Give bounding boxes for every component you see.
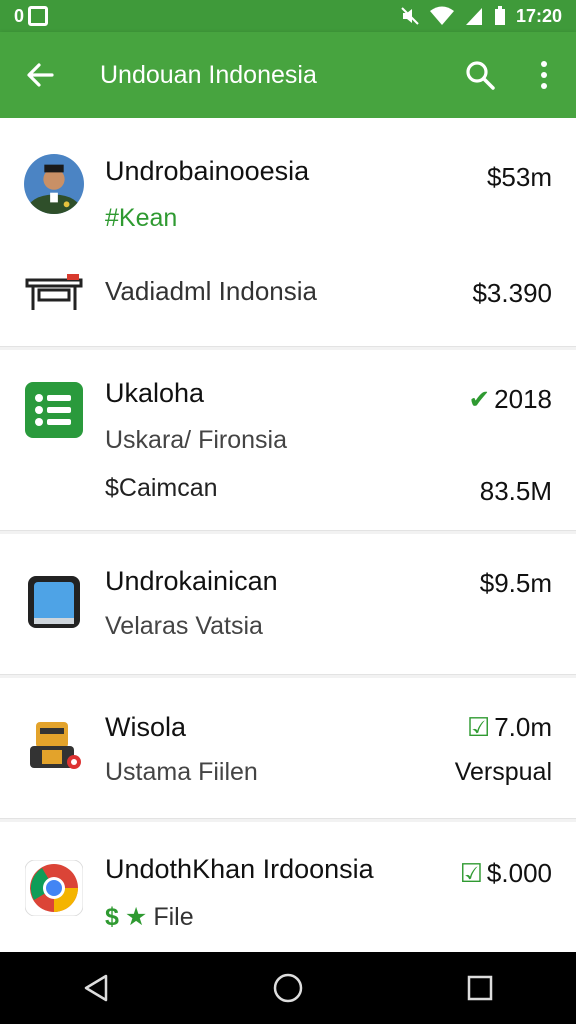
item-title: Ukaloha	[105, 378, 205, 408]
list-app-icon	[24, 380, 84, 440]
item-tertiary: $Caimcan	[105, 474, 218, 502]
list-item[interactable]: Wisola Ustama Fiilen ☑ 7.0m Verspual	[0, 678, 576, 819]
item-title-text: UndothKhan Irdoonsia	[105, 854, 374, 884]
nav-back-button[interactable]	[66, 958, 126, 1018]
item-amount: ☑ 7.0m	[467, 712, 552, 743]
item-amount-value: 7.0m	[494, 712, 552, 742]
wifi-icon	[429, 6, 454, 25]
item-title: Undrokainican	[105, 566, 278, 596]
item-amount-value: $9.5m	[479, 568, 552, 598]
check-icon: ✔	[468, 384, 491, 414]
nav-home-button[interactable]	[258, 958, 318, 1018]
page-title: Undouan Indonesia	[100, 60, 317, 89]
item-sub-amount-value: $3.390	[472, 278, 552, 308]
battery-icon	[494, 6, 505, 25]
status-right: 17:20	[400, 6, 562, 27]
navigation-bar	[0, 952, 576, 1024]
tablet-icon	[24, 572, 84, 632]
chrome-icon	[24, 858, 84, 918]
item-amount: $9.5m	[480, 568, 552, 599]
back-arrow-icon	[27, 63, 54, 87]
item-subtitle: Velaras Vatsia	[105, 612, 263, 640]
item-size: 83.5M	[480, 476, 552, 507]
item-title: Wisola	[105, 712, 187, 742]
status-time: 17:20	[515, 5, 562, 26]
check-icon: ☑	[466, 712, 491, 742]
item-title: Undrobainooesia	[105, 156, 310, 186]
robot-icon	[24, 716, 84, 776]
list-item[interactable]: Undrobainooesia #Kean $53m Vadiadml Indo…	[0, 118, 576, 347]
item-amount: ☑ $.000	[460, 858, 552, 889]
signal-icon	[465, 8, 482, 25]
item-size-value: 83.5M	[479, 476, 552, 506]
avatar	[24, 154, 84, 214]
recents-square-icon	[467, 975, 493, 1001]
item-subtitle-text: File	[153, 902, 194, 931]
back-triangle-icon	[84, 974, 108, 1002]
item-subtitle: Uskara/ Fironsia	[105, 426, 287, 454]
check-icon: ☑	[459, 858, 483, 888]
mute-icon	[401, 7, 419, 25]
notification-icon-2	[28, 6, 49, 26]
desk-icon	[24, 262, 84, 322]
list-item[interactable]: Undrokainican Velaras Vatsia $9.5m	[0, 534, 576, 675]
nav-recents-button[interactable]	[450, 958, 510, 1018]
list-item[interactable]: UndothKhan Irdoonsia $ ★ File ☑ $.000	[0, 822, 576, 952]
item-amount: $53m	[487, 162, 552, 193]
status-left: 0	[14, 5, 49, 27]
dollar-label: $	[105, 902, 119, 931]
content-list: Undrobainooesia #Kean $53m Vadiadml Indo…	[0, 118, 576, 952]
notification-icon: 0	[14, 5, 25, 26]
search-icon	[466, 61, 495, 90]
item-amount-value: $.000	[486, 858, 552, 888]
more-vert-icon	[541, 61, 547, 89]
search-button[interactable]	[448, 59, 512, 91]
item-amount-value: $53m	[486, 162, 552, 192]
app-bar: Undouan Indonesia	[0, 32, 576, 118]
item-title: UndothKhan Irdoonsia	[105, 854, 374, 885]
item-subtitle: #Kean	[105, 204, 178, 232]
item-version-value: Verspual	[454, 758, 552, 786]
home-circle-icon	[273, 973, 303, 1003]
item-date-value: 2018	[494, 384, 552, 414]
status-bar: 0 17:20	[0, 0, 576, 32]
list-item[interactable]: Ukaloha Uskara/ Fironsia $Caimcan ✔ 2018…	[0, 350, 576, 531]
more-options-button[interactable]	[512, 60, 576, 90]
item-sub-amount: $3.390	[472, 278, 552, 309]
item-subtitle: Ustama Fiilen	[105, 758, 258, 786]
item-date: ✔ 2018	[468, 384, 552, 415]
item-version: Verspual	[455, 758, 552, 787]
star-icon: ★	[124, 903, 148, 931]
back-button[interactable]	[0, 60, 80, 90]
item-subtitle: $ ★ File	[105, 902, 194, 932]
item-sub-title: Vadiadml Indonsia	[105, 276, 317, 306]
